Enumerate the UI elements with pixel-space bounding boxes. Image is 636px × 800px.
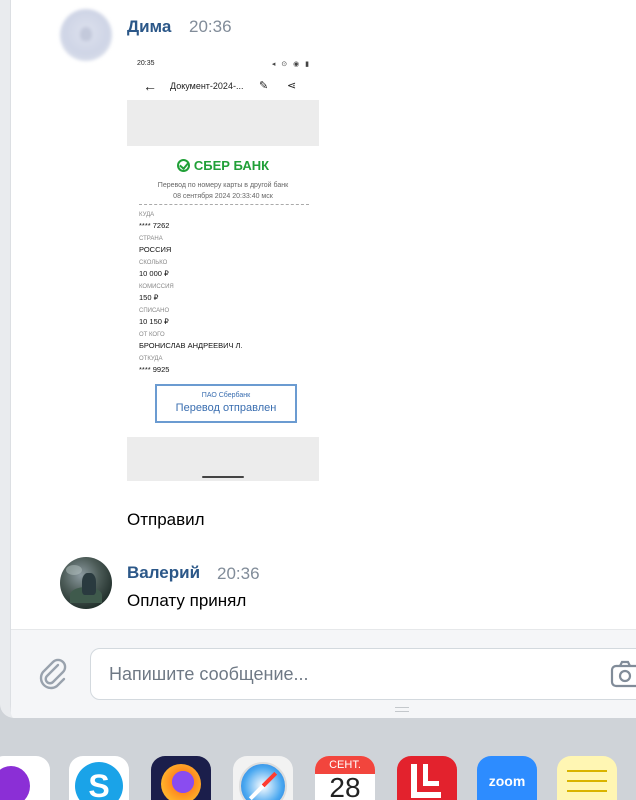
firefox-icon[interactable] [151, 756, 211, 800]
receipt-field-label: ОТ КОГО [139, 332, 165, 338]
edit-icon: ✎ [259, 80, 269, 92]
message-time: 20:36 [217, 564, 260, 583]
divider [139, 204, 309, 205]
macos-dock: S СЕНТ. 28 zoom [0, 738, 636, 800]
sender-name-dima[interactable]: Дима [127, 17, 171, 37]
receipt-field-label: СКОЛЬКО [139, 260, 168, 266]
sender-name-valeriy[interactable]: Валерий [127, 563, 200, 583]
notes-icon[interactable] [557, 756, 617, 800]
resize-handle[interactable] [395, 707, 409, 712]
receipt-toolbar: ← Документ-2024-... ✎ ⋖ [127, 76, 319, 98]
paperclip-icon[interactable] [36, 656, 70, 690]
receipt-field-value: **** 9925 [139, 365, 170, 374]
avatar-dima[interactable] [60, 9, 112, 61]
receipt-field-value: БРОНИСЛАВ АНДРЕЕВИЧ Л. [139, 341, 243, 350]
app-icon-red[interactable] [397, 756, 457, 800]
sber-check-icon [176, 159, 190, 172]
receipt-field-value: 10 150 ₽ [139, 317, 169, 326]
back-arrow-icon: ← [143, 78, 157, 94]
avatar-valeriy[interactable] [60, 557, 112, 609]
receipt-field-label: СТРАНА [139, 236, 163, 242]
skype-icon[interactable]: S [69, 756, 129, 800]
receipt-field-label: ОТКУДА [139, 356, 163, 362]
receipt-datetime: 08 сентября 2024 20:33:40 мск [173, 193, 273, 200]
receipt-status-time: 20:35 [137, 60, 155, 67]
stamp-status: Перевод отправлен [175, 402, 277, 414]
message-text: Отправил [127, 510, 205, 529]
camera-icon[interactable] [610, 660, 636, 688]
chat-window: Дима 20:36 20:35 ◂ ⊙ ◉ ▮ ← Документ-2024… [0, 0, 636, 718]
receipt-gray-band [127, 100, 319, 146]
message-composer [10, 630, 636, 718]
receipt-field-label: КОМИССИЯ [139, 284, 174, 290]
receipt-transfer-type: Перевод по номеру карты в другой банк [157, 182, 289, 189]
home-indicator [202, 476, 244, 478]
status-bar-icons: ◂ ⊙ ◉ ▮ [271, 61, 311, 68]
zoom-icon[interactable]: zoom [477, 756, 537, 800]
receipt-field-label: СПИСАНО [139, 308, 170, 314]
receipt-field-value: РОССИЯ [139, 245, 172, 254]
zoom-label: zoom [488, 773, 526, 789]
receipt-field-value: **** 7262 [139, 221, 170, 230]
safari-icon[interactable] [233, 756, 293, 800]
receipt-doc-title: Документ-2024-... [170, 81, 244, 91]
receipt-field-value: 10 000 ₽ [139, 269, 169, 278]
transfer-stamp: ПАО Сбербанк Перевод отправлен [155, 384, 297, 423]
sberbank-logo: СБЕР БАНК [127, 158, 319, 173]
receipt-field-label: КУДА [139, 212, 155, 218]
message-time: 20:36 [189, 17, 232, 36]
skype-letter: S [75, 762, 123, 800]
receipt-field-value: 150 ₽ [139, 293, 159, 302]
calendar-icon[interactable]: СЕНТ. 28 [315, 756, 375, 800]
message-text: Оплату принял [127, 591, 247, 610]
sberbank-logo-text: СБЕР БАНК [193, 158, 270, 173]
calendar-day: 28 [329, 772, 361, 800]
stamp-bank: ПАО Сбербанк [201, 392, 251, 399]
receipt-gray-footer [127, 437, 319, 481]
app-icon-purple[interactable] [0, 756, 50, 800]
share-icon: ⋖ [287, 80, 297, 92]
attachment-image-receipt[interactable]: 20:35 ◂ ⊙ ◉ ▮ ← Документ-2024-... ✎ ⋖ СБ… [127, 54, 319, 481]
message-input[interactable] [90, 648, 636, 700]
